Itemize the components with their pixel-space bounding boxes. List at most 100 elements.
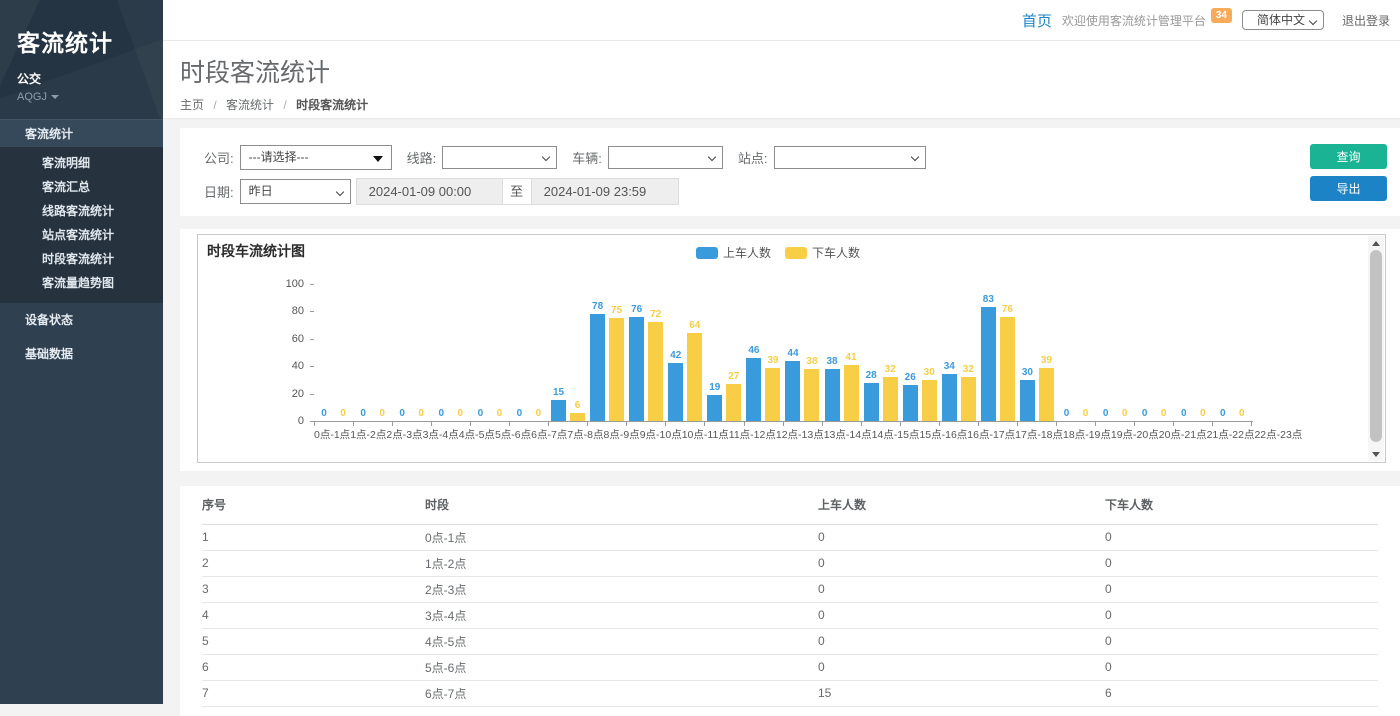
bar-value-label: 0: [457, 408, 463, 419]
sidebar-item-station-stats[interactable]: 站点客流统计: [0, 223, 163, 247]
bar-column: 0: [453, 284, 468, 421]
sidebar-item-line-stats[interactable]: 线路客流统计: [0, 199, 163, 223]
bar-group: 00: [392, 284, 431, 421]
table-cell: 0: [1105, 550, 1378, 576]
bar-column: 0: [531, 284, 546, 421]
sidebar-item-base-data[interactable]: 基础数据: [0, 337, 163, 371]
sidebar-item-passenger-summary[interactable]: 客流汇总: [0, 175, 163, 199]
bar: [629, 317, 644, 421]
x-axis-label: 18点-19点: [1063, 427, 1111, 442]
station-select[interactable]: [774, 146, 926, 169]
bar-value-label: 0: [399, 408, 405, 419]
logout-link[interactable]: 退出登录: [1342, 12, 1390, 29]
x-axis-tick: [666, 422, 705, 426]
org-name: 公交: [17, 70, 163, 87]
x-axis-label: 12点-13点: [776, 427, 824, 442]
bar: [981, 307, 996, 421]
x-axis-label: 15点-16点: [919, 427, 967, 442]
table-cell: 4: [202, 602, 425, 628]
breadcrumb-passenger-stats[interactable]: 客流统计: [226, 98, 274, 112]
sidebar: 客流统计 公交 AQGJ 客流统计 客流明细 客流汇总 线路客流统计 站点客流统…: [0, 0, 163, 704]
bar: [785, 361, 800, 421]
bar: [707, 395, 722, 421]
bar: [942, 374, 957, 421]
table-cell: 3点-4点: [425, 602, 818, 628]
welcome-text: 欢迎使用客流统计管理平台: [1062, 12, 1206, 29]
bar-value-label: 72: [650, 309, 661, 320]
language-select[interactable]: 简体中文: [1242, 10, 1324, 30]
bar-column: 0: [1156, 284, 1171, 421]
legend-item-boarding[interactable]: 上车人数: [696, 244, 771, 261]
x-axis-tick: [784, 422, 823, 426]
sidebar-item-period-stats[interactable]: 时段客流统计: [0, 247, 163, 271]
bar-column: 0: [1059, 284, 1074, 421]
date-preset-select[interactable]: 昨日: [240, 179, 351, 204]
bar-column: 0: [1137, 284, 1152, 421]
vehicle-select[interactable]: [608, 146, 723, 169]
legend-item-alighting[interactable]: 下车人数: [785, 244, 860, 261]
company-select[interactable]: ---请选择---: [240, 145, 392, 170]
export-button[interactable]: 导出: [1310, 176, 1387, 201]
scroll-down-icon[interactable]: [1368, 447, 1384, 461]
bar-column: 0: [512, 284, 527, 421]
x-axis-label: 8点-9点: [604, 427, 640, 442]
bar-group: 00: [1174, 284, 1213, 421]
chart-plot-area: 0000000000001567875767242641927463944383…: [314, 284, 1252, 421]
bar-group: 00: [1135, 284, 1174, 421]
breadcrumb-home[interactable]: 主页: [180, 98, 204, 112]
bar-column: 0: [375, 284, 390, 421]
bar-value-label: 0: [1220, 408, 1226, 419]
org-code-dropdown[interactable]: AQGJ: [17, 91, 163, 103]
table-cell: 2点-3点: [425, 576, 818, 602]
page-title: 时段客流统计: [180, 53, 1400, 89]
x-axis-tick: [432, 422, 471, 426]
bar-value-label: 0: [438, 408, 444, 419]
sidebar-item-passenger-stats[interactable]: 客流统计: [0, 119, 163, 147]
bar-value-label: 26: [905, 372, 916, 383]
table-cell: 0: [818, 602, 1105, 628]
bar-column: 32: [961, 284, 976, 421]
bar-value-label: 34: [944, 361, 955, 372]
table-row: 65点-6点00: [202, 654, 1378, 680]
bar: [864, 383, 879, 421]
bar-value-label: 0: [497, 408, 503, 419]
bar-value-label: 32: [885, 364, 896, 375]
bar-value-label: 15: [553, 387, 564, 398]
table-cell: 0: [818, 654, 1105, 680]
table-header: 上车人数: [818, 486, 1105, 524]
bar: [668, 363, 683, 421]
sidebar-item-passenger-detail[interactable]: 客流明细: [0, 151, 163, 175]
bar-value-label: 0: [1064, 408, 1070, 419]
bar-column: 41: [844, 284, 859, 421]
bar-column: 76: [1000, 284, 1015, 421]
bar-value-label: 27: [728, 371, 739, 382]
y-axis-label: 80: [198, 305, 304, 317]
station-label: 站点:: [738, 148, 768, 167]
bar-value-label: 0: [360, 408, 366, 419]
bar-value-label: 19: [709, 382, 720, 393]
date-end-input[interactable]: 2024-01-09 23:59: [531, 178, 679, 205]
table-cell: 0: [818, 628, 1105, 654]
x-axis-tick: [705, 422, 744, 426]
query-button[interactable]: 查询: [1310, 144, 1387, 169]
date-start-input[interactable]: 2024-01-09 00:00: [356, 178, 503, 205]
scroll-up-icon[interactable]: [1368, 236, 1384, 250]
bar-column: 76: [629, 284, 644, 421]
home-link[interactable]: 首页: [1022, 10, 1052, 31]
x-axis-tick: [940, 422, 979, 426]
line-select[interactable]: [442, 146, 557, 169]
bar: [1039, 368, 1054, 421]
chart-scrollbar[interactable]: [1368, 236, 1384, 461]
bar-column: 34: [942, 284, 957, 421]
bar-column: 38: [825, 284, 840, 421]
bar-value-label: 0: [517, 408, 523, 419]
breadcrumb-separator: /: [283, 98, 286, 112]
bar-value-label: 78: [592, 301, 603, 312]
table-cell: 0: [1105, 524, 1378, 550]
sidebar-item-device-status[interactable]: 设备状态: [0, 303, 163, 337]
bar-column: 0: [317, 284, 332, 421]
scrollbar-thumb[interactable]: [1370, 250, 1382, 442]
x-axis-label: 11点-12点: [729, 427, 776, 442]
sidebar-item-trend-chart[interactable]: 客流量趋势图: [0, 271, 163, 295]
table-row: 21点-2点00: [202, 550, 1378, 576]
